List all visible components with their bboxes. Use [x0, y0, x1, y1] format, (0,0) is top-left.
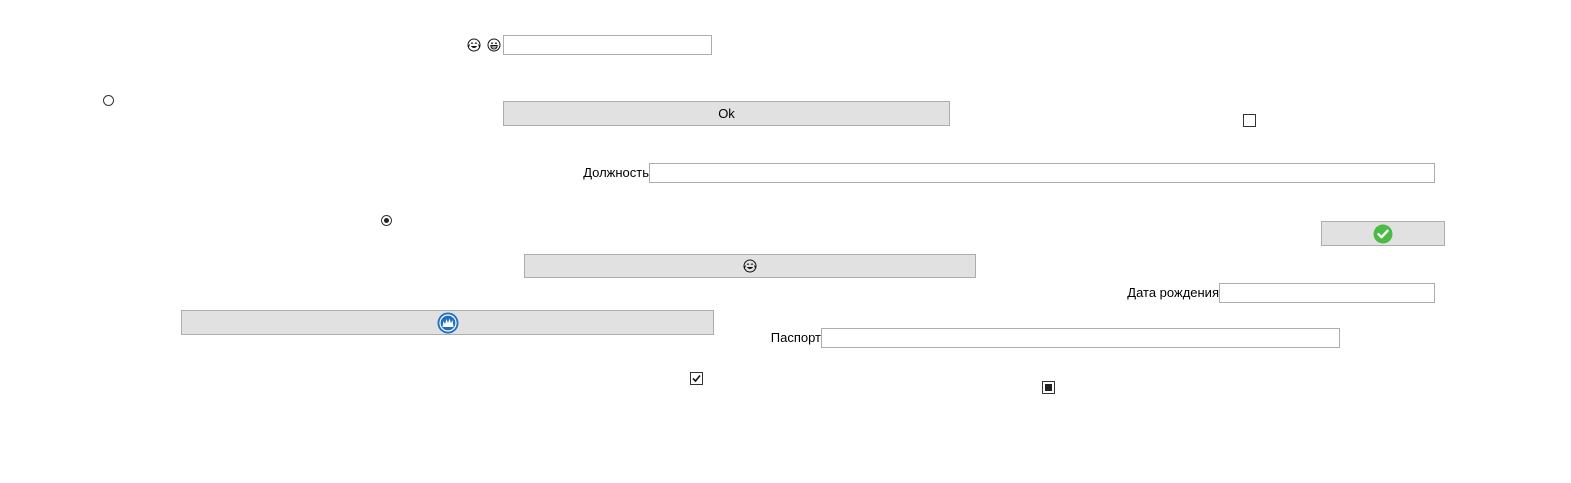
- position-input[interactable]: [649, 163, 1435, 183]
- grinning-face-icon: [487, 38, 501, 52]
- top-text-input[interactable]: [503, 35, 712, 55]
- ok-button-label: Ok: [718, 106, 735, 121]
- confirm-icon-button[interactable]: [1321, 221, 1445, 246]
- blue-round-logo-icon: [437, 312, 458, 333]
- radio-button-2[interactable]: [381, 215, 392, 226]
- passport-label: Паспорт: [770, 330, 821, 345]
- green-checkmark-icon: [1373, 224, 1393, 243]
- checkbox-2[interactable]: [690, 372, 703, 385]
- face-with-tears-of-joy-icon: [743, 259, 757, 273]
- ok-button[interactable]: Ok: [503, 101, 950, 126]
- birth-date-input[interactable]: [1219, 283, 1435, 303]
- passport-input[interactable]: [821, 328, 1340, 348]
- checkbox-3[interactable]: [1042, 381, 1055, 394]
- birth-date-label: Дата рождения: [1127, 285, 1219, 300]
- checkmark-icon: [692, 374, 701, 383]
- position-label: Должность: [583, 165, 649, 180]
- logo-button[interactable]: [181, 310, 714, 335]
- face-with-tears-of-joy-icon: [467, 38, 481, 52]
- radio-button-1[interactable]: [103, 95, 114, 106]
- emoji-button[interactable]: [524, 254, 976, 278]
- checkbox-1[interactable]: [1243, 114, 1256, 127]
